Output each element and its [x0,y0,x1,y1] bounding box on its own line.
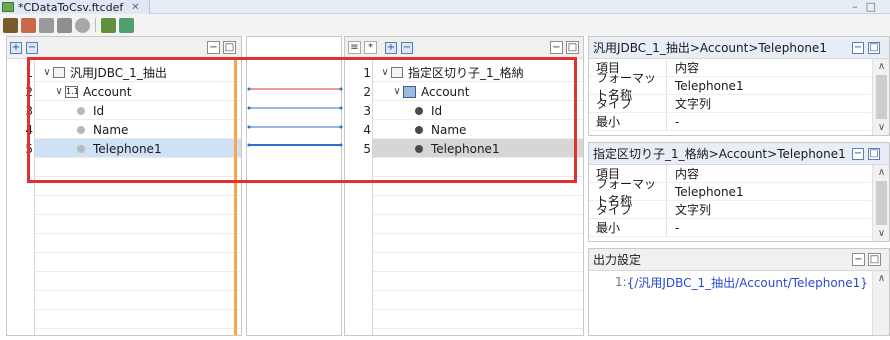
output-gutter [589,271,609,335]
grid-line [35,290,241,291]
close-tab-icon[interactable]: ✕ [131,2,139,13]
output-line-number: 1: [615,275,627,289]
toolbar-separator [95,18,96,32]
property-value: - [675,220,680,235]
property-value: Telephone1 [675,184,744,199]
editor-toolbar [0,14,890,36]
property-row[interactable]: 最小 - [589,219,871,237]
run-icon[interactable] [101,17,116,33]
target-properties-panel: 指定区切り子_1_格納>Account>Telephone1 − □ 項目 内容フ… [588,142,890,242]
scroll-up-icon[interactable]: ∧ [873,167,889,178]
grid-line [373,290,583,291]
minimize-icon[interactable]: − [852,148,864,160]
grid-line [35,309,241,310]
expand-all-icon[interactable]: + [10,42,22,54]
target-properties-title: 指定区切り子_1_格納>Account>Telephone1 [593,147,846,161]
output-expression-text[interactable]: {/汎用JDBC_1_抽出/Account/Telephone1} [627,274,868,291]
grid-line [373,252,583,253]
layout-icon[interactable]: ≡ [348,41,361,54]
output-scrollbar[interactable]: ∧ [872,271,889,335]
expand-all-icon[interactable]: + [385,42,397,54]
scrollbar-thumb[interactable] [876,181,887,225]
copy-icon[interactable] [21,17,36,33]
maximize-icon[interactable]: □ [868,253,881,266]
paste-icon[interactable] [57,17,72,33]
maximize-icon[interactable]: □ [868,42,880,54]
scrollbar-thumb[interactable] [876,75,887,119]
property-row[interactable]: フォーマット名称 Telephone1 [589,71,871,102]
grid-line [373,195,583,196]
property-value: 内容 [675,167,700,181]
maximize-icon[interactable]: □ [566,41,579,54]
window-controls: –□ [852,0,884,13]
property-key: フォーマット名称 [589,177,667,208]
grid-line [35,233,241,234]
source-tree-header: + − − □ [7,37,241,59]
grid-line [35,214,241,215]
target-tree-header: ≡ * + − − □ [345,37,583,59]
maximize-icon[interactable]: □ [223,41,236,54]
property-key: フォーマット名称 [589,71,667,102]
editor-tab-label: *CDataToCsv.ftcdef [18,0,124,14]
property-row[interactable]: タイプ 文字列 [589,95,871,113]
scroll-up-icon[interactable]: ∧ [873,61,889,72]
grid-line [373,271,583,272]
property-key: タイプ [589,95,667,112]
highlight-box [27,57,577,183]
property-value: 内容 [675,61,700,75]
grid-line [373,233,583,234]
property-value: - [675,114,680,129]
grid-line [373,214,583,215]
target-properties-header: 指定区切り子_1_格納>Account>Telephone1 − □ [589,143,889,165]
property-row[interactable]: タイプ 文字列 [589,201,871,219]
mapping-tool-icon[interactable] [3,17,18,33]
minimize-icon[interactable]: − [852,42,864,54]
tree-icon[interactable]: * [364,41,377,54]
grid-line [35,328,241,329]
property-row[interactable]: フォーマット名称 Telephone1 [589,177,871,208]
maximize-icon[interactable]: □ [868,148,880,160]
source-properties-title: 汎用JDBC_1_抽出>Account>Telephone1 [593,41,827,55]
grid-line [35,252,241,253]
scroll-down-icon[interactable]: ∨ [873,228,889,239]
output-settings-panel: 出力設定 − □ 1: {/汎用JDBC_1_抽出/Account/Teleph… [588,248,890,336]
property-key: 最小 [589,219,667,236]
mapping-file-icon [2,2,14,12]
property-value: 文字列 [675,203,712,217]
output-settings-header: 出力設定 − □ [589,249,889,271]
grid-line [373,328,583,329]
output-expression-line[interactable]: 1: {/汎用JDBC_1_抽出/Account/Telephone1} [615,273,869,291]
minimize-icon[interactable]: − [550,41,563,54]
scroll-up-icon[interactable]: ∧ [873,273,889,284]
grid-line [35,195,241,196]
property-key: タイプ [589,201,667,218]
maximize-icon[interactable]: □ [866,0,884,13]
property-row[interactable]: 最小 - [589,113,871,131]
collapse-all-icon[interactable]: − [401,42,413,54]
target-properties-scrollbar[interactable]: ∧ ∨ [872,165,889,241]
minimize-icon[interactable]: − [852,253,865,266]
minimize-icon[interactable]: − [207,41,220,54]
grid-line [373,309,583,310]
cut-icon[interactable] [39,17,54,33]
editor-tab[interactable]: *CDataToCsv.ftcdef ✕ [0,0,150,14]
settings-icon[interactable] [75,17,90,33]
property-value: Telephone1 [675,78,744,93]
property-value: 文字列 [675,97,712,111]
collapse-all-icon[interactable]: − [26,42,38,54]
source-properties-panel: 汎用JDBC_1_抽出>Account>Telephone1 − □ 項目 内容フ… [588,36,890,136]
source-properties-scrollbar[interactable]: ∧ ∨ [872,59,889,135]
property-key: 最小 [589,113,667,130]
source-properties-header: 汎用JDBC_1_抽出>Account>Telephone1 − □ [589,37,889,59]
validate-icon[interactable] [119,17,134,33]
grid-line [35,271,241,272]
minimize-icon[interactable]: – [852,0,866,13]
scroll-down-icon[interactable]: ∨ [873,122,889,133]
output-settings-title: 出力設定 [593,253,642,267]
